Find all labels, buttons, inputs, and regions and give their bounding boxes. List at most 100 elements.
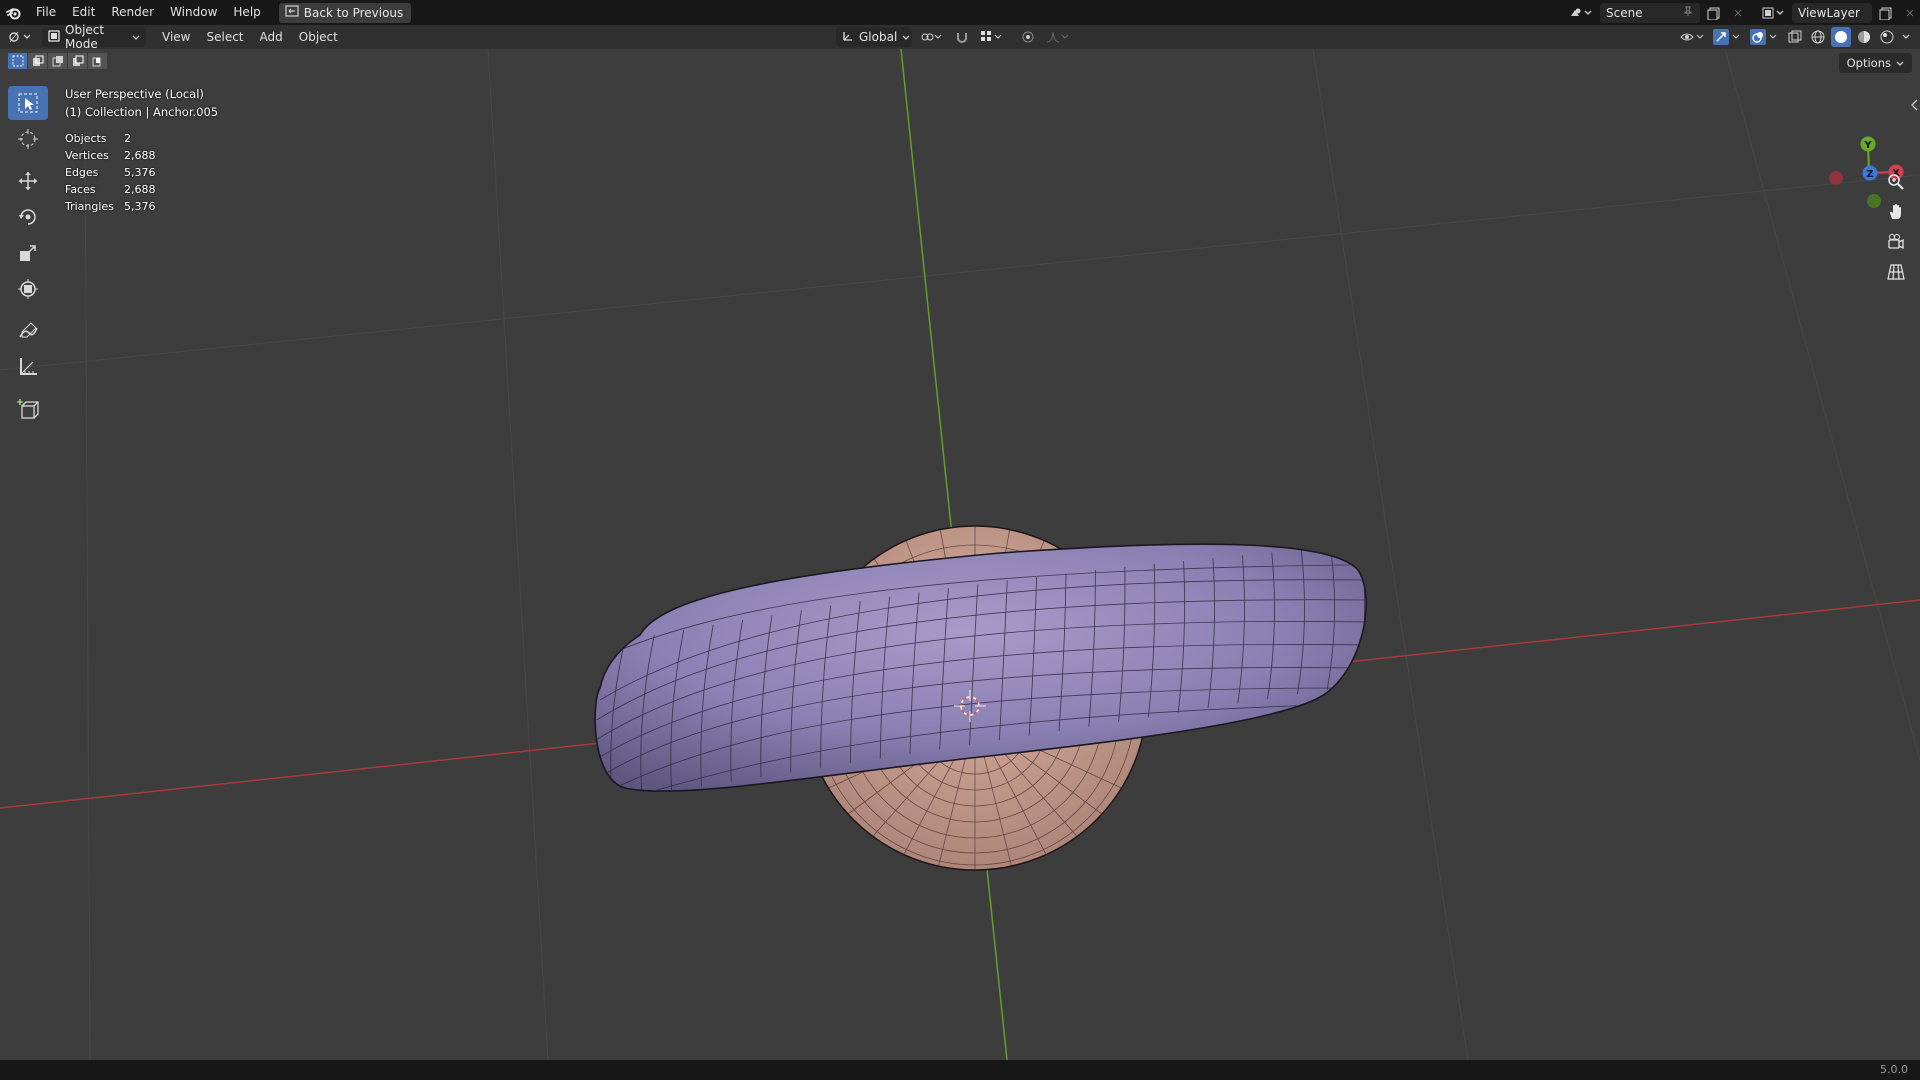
menu-edit[interactable]: Edit [64, 0, 103, 25]
shading-rendered-icon[interactable] [1877, 27, 1897, 47]
mode-label: Object Mode [65, 23, 105, 51]
mode-dropdown[interactable]: Object Mode [42, 23, 146, 51]
stat-row: Vertices 2,688 [65, 147, 156, 164]
view-layer-selector-icon[interactable] [1758, 3, 1788, 23]
select-mode-new-icon[interactable] [8, 53, 27, 69]
new-scene-icon[interactable] [1704, 3, 1724, 23]
pivot-point-icon[interactable] [918, 27, 946, 47]
stat-label: Faces [65, 183, 96, 196]
stat-row: Triangles 5,376 [65, 198, 156, 215]
gizmo-z-label: Z [1866, 169, 1873, 180]
collection-info: (1) Collection | Anchor.005 [65, 105, 219, 119]
back-to-previous-button[interactable]: Back to Previous [278, 2, 412, 23]
shading-wireframe-icon[interactable] [1808, 27, 1828, 47]
overlays-toggle-icon[interactable] [1748, 27, 1782, 47]
options-label: Options [1846, 56, 1891, 70]
proportional-editing-icon[interactable] [1018, 27, 1038, 47]
shading-options-chevron-icon[interactable] [1900, 27, 1912, 47]
view-layer-field[interactable]: ViewLayer [1792, 2, 1872, 23]
topbar-right-group: Scene ViewLayer [1566, 0, 1920, 25]
select-mode-extend-icon[interactable] [28, 53, 47, 69]
annotate-tool-icon[interactable] [8, 314, 48, 348]
tool-shelf [8, 86, 48, 428]
pan-hand-icon[interactable] [1882, 198, 1910, 226]
status-bar: 5.0.0 [0, 1060, 1920, 1080]
camera-view-icon[interactable] [1882, 228, 1910, 256]
gizmo-neg-x-handle [1829, 171, 1843, 185]
scene-name-field[interactable]: Scene [1600, 2, 1700, 23]
cursor-tool-icon[interactable] [8, 122, 48, 156]
move-tool-icon[interactable] [8, 164, 48, 198]
zoom-icon[interactable] [1882, 168, 1910, 196]
orientation-axes-icon [842, 30, 854, 45]
chevron-down-icon [902, 30, 910, 44]
stat-value: 5,376 [124, 166, 156, 179]
sidebar-toggle-chevron-icon[interactable] [1910, 99, 1920, 111]
3d-viewport[interactable]: Y X Z [0, 49, 1920, 1060]
menu-window[interactable]: Window [162, 0, 225, 25]
chevron-down-icon [132, 30, 140, 44]
rotate-tool-icon[interactable] [8, 200, 48, 234]
measure-tool-icon[interactable] [8, 350, 48, 384]
viewport-display-controls [1678, 27, 1912, 47]
header-menu-object[interactable]: Object [291, 30, 346, 44]
falloff-curve-icon[interactable] [1044, 27, 1072, 47]
stat-value: 2,688 [124, 183, 156, 196]
viewport-header: Object Mode View Select Add Object Globa… [0, 23, 1920, 51]
gizmo-neg-y-handle [1867, 194, 1881, 208]
stat-value: 2,688 [124, 149, 156, 162]
select-mode-difference-icon[interactable] [68, 53, 87, 69]
screen-back-icon [285, 5, 299, 20]
stat-row: Faces 2,688 [65, 181, 156, 198]
stat-value: 5,376 [124, 200, 156, 213]
header-menu-add[interactable]: Add [252, 30, 291, 44]
shading-material-icon[interactable] [1854, 27, 1874, 47]
new-view-layer-icon[interactable] [1876, 3, 1896, 23]
scale-tool-icon[interactable] [8, 236, 48, 270]
stat-value: 2 [124, 132, 131, 145]
xray-toggle-icon[interactable] [1785, 27, 1805, 47]
stat-label: Edges [65, 166, 99, 179]
gizmo-y-label: Y [1863, 140, 1872, 151]
scene-selector-icon[interactable] [1566, 3, 1596, 23]
perspective-grid-icon[interactable] [1882, 258, 1910, 286]
header-menu-select[interactable]: Select [198, 30, 251, 44]
snap-toggle-icon[interactable] [952, 27, 972, 47]
scene-statistics: Objects 2 Vertices 2,688 Edges 5,376 Faces 2… [65, 130, 156, 215]
object-mode-icon [48, 29, 60, 45]
stat-row: Objects 2 [65, 130, 156, 147]
snap-target-icon[interactable] [978, 27, 1006, 47]
viewport-scene[interactable] [0, 49, 1920, 1060]
gizmo-toggle-icon[interactable] [1711, 27, 1745, 47]
pin-icon[interactable] [1682, 5, 1694, 20]
viewport-info-overlay: User Perspective (Local) (1) Collection … [65, 85, 218, 121]
view-name: User Perspective (Local) [65, 87, 204, 101]
menu-help[interactable]: Help [225, 0, 268, 25]
transform-tool-icon[interactable] [8, 272, 48, 306]
scene-name: Scene [1606, 5, 1643, 20]
stat-label: Objects [65, 132, 107, 145]
stat-label: Triangles [65, 200, 114, 213]
selection-mode-group [8, 53, 107, 69]
transform-orientation-dropdown[interactable]: Global [836, 27, 912, 47]
navigation-buttons [1882, 168, 1910, 288]
editor-type-icon[interactable] [4, 27, 38, 47]
delete-view-layer-icon[interactable] [1900, 3, 1920, 23]
options-dropdown[interactable]: Options [1838, 53, 1912, 73]
visibility-eye-icon[interactable] [1678, 27, 1708, 47]
delete-scene-icon[interactable] [1728, 3, 1748, 23]
add-cube-tool-icon[interactable] [8, 392, 48, 426]
chevron-down-icon [1896, 56, 1904, 70]
orientation-label: Global [859, 30, 898, 44]
select-mode-subtract-icon[interactable] [48, 53, 67, 69]
select-mode-intersect-icon[interactable] [88, 53, 107, 69]
menu-render[interactable]: Render [103, 0, 162, 25]
select-box-tool-icon[interactable] [8, 86, 48, 120]
stat-label: Vertices [65, 149, 109, 162]
menu-file[interactable]: File [28, 0, 64, 25]
blender-logo-icon[interactable] [0, 0, 28, 25]
header-menu-view[interactable]: View [154, 30, 198, 44]
top-menu-bar: File Edit Render Window Help Back to Pre… [0, 0, 1920, 25]
shading-solid-icon[interactable] [1831, 27, 1851, 47]
view-layer-name: ViewLayer [1798, 5, 1860, 20]
